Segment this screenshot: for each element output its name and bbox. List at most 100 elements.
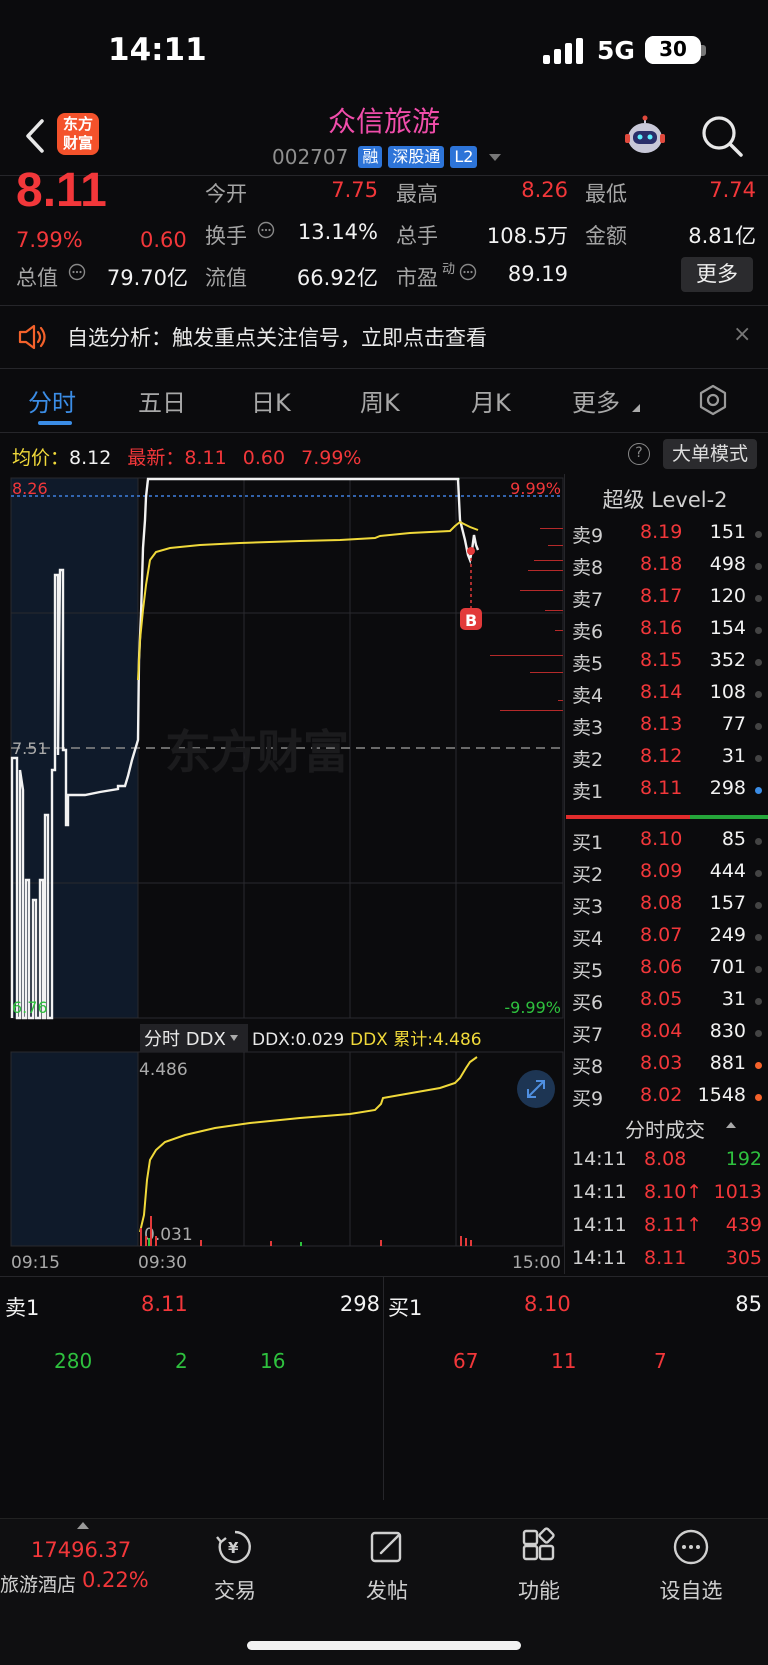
big-order-mode-button[interactable]: 大单模式 bbox=[663, 439, 757, 469]
bid-queue-item: 7 bbox=[654, 1349, 667, 1373]
ask-price: 8.13 bbox=[640, 713, 683, 735]
bid-row[interactable]: 买7 8.04 830 bbox=[572, 1020, 768, 1052]
trade-row: 14:11 8.11↑ 439 bbox=[572, 1214, 762, 1236]
bid-volume: 830 bbox=[709, 1020, 746, 1042]
divider bbox=[0, 305, 768, 306]
time-axis-start: 09:15 bbox=[11, 1253, 60, 1273]
status-time: 14:11 bbox=[108, 32, 207, 68]
tab-daily-k[interactable]: 日K bbox=[251, 383, 291, 418]
ask-row[interactable]: 卖1 8.11 298 bbox=[572, 777, 768, 809]
battery-level: 30 bbox=[659, 37, 687, 61]
chevron-up-icon[interactable] bbox=[726, 1122, 736, 1128]
ask-volume: 151 bbox=[709, 521, 746, 543]
sector-index-percent[interactable]: 0.22% bbox=[82, 1568, 149, 1592]
ask-side: 卖7 bbox=[572, 589, 604, 611]
panel-divider bbox=[564, 474, 565, 1274]
bid-row[interactable]: 买5 8.06 701 bbox=[572, 956, 768, 988]
latest-value: 8.11 bbox=[184, 447, 227, 469]
ask-row[interactable]: 卖5 8.15 352 bbox=[572, 649, 768, 681]
float-cap-value: 66.92亿 bbox=[296, 266, 378, 290]
tab-intraday[interactable]: 分时 bbox=[28, 383, 76, 418]
help-icon[interactable]: ? bbox=[628, 443, 650, 465]
ask-row[interactable]: 卖4 8.14 108 bbox=[572, 681, 768, 713]
ask-price: 8.18 bbox=[640, 553, 683, 575]
float-cap-label: 流值 bbox=[205, 266, 247, 290]
ask-row[interactable]: 卖9 8.19 151 bbox=[572, 521, 768, 553]
depth-bars bbox=[490, 528, 563, 711]
home-indicator[interactable] bbox=[247, 1641, 521, 1650]
pe-dynamic-sup: 动 bbox=[442, 262, 456, 277]
ask-row[interactable]: 卖8 8.18 498 bbox=[572, 553, 768, 585]
stock-code-row[interactable]: 002707 融 深股通 L2 bbox=[272, 144, 502, 170]
nav-function[interactable]: 功能 bbox=[494, 1527, 584, 1605]
tab-five-day[interactable]: 五日 bbox=[138, 383, 186, 418]
more-button[interactable]: 更多 bbox=[681, 257, 753, 292]
bid-volume: 249 bbox=[709, 924, 746, 946]
bid-volume: 85 bbox=[721, 828, 746, 850]
info-dots-icon[interactable] bbox=[257, 221, 275, 239]
sector-index-value[interactable]: 17496.37 bbox=[31, 1538, 131, 1562]
sector-index-name[interactable]: 旅游酒店 bbox=[0, 1570, 76, 1597]
ask-side: 卖3 bbox=[572, 717, 604, 739]
amount-value: 8.81亿 bbox=[688, 224, 756, 248]
ddx-cum-value: DDX 累计:4.486 bbox=[350, 1030, 482, 1050]
ask-volume: 120 bbox=[709, 585, 746, 607]
avg-price-line bbox=[137, 520, 479, 681]
ask-queue-item: 16 bbox=[260, 1349, 286, 1373]
price-axis-mid: 7.51 bbox=[12, 739, 48, 758]
pct-axis-bottom: -9.99% bbox=[504, 998, 561, 1017]
bid-side: 买6 bbox=[572, 992, 604, 1014]
ask-row[interactable]: 卖3 8.13 77 bbox=[572, 713, 768, 745]
divider bbox=[0, 432, 768, 433]
bid-row[interactable]: 买8 8.03 881 bbox=[572, 1052, 768, 1084]
bid-row[interactable]: 买1 8.10 85 bbox=[572, 828, 768, 860]
bid-price: 8.10 bbox=[640, 828, 683, 850]
bid-volume: 881 bbox=[709, 1052, 746, 1074]
ask-side: 卖9 bbox=[572, 525, 604, 547]
notice-text[interactable]: 自选分析：触发重点关注信号，立即点击查看 bbox=[67, 322, 487, 352]
tag-margin: 融 bbox=[358, 146, 383, 168]
search-icon[interactable] bbox=[700, 114, 744, 158]
nav-post-label: 发帖 bbox=[366, 1579, 408, 1603]
orderbook-divider-green bbox=[690, 815, 768, 819]
nav-add-watchlist[interactable]: 设自选 bbox=[646, 1527, 736, 1605]
volume-label: 总手 bbox=[396, 224, 438, 248]
close-icon[interactable]: × bbox=[733, 322, 751, 347]
bid-row[interactable]: 买3 8.08 157 bbox=[572, 892, 768, 924]
nav-add-watchlist-label: 设自选 bbox=[659, 1579, 723, 1603]
bid-side: 买7 bbox=[572, 1024, 604, 1046]
level2-title: 超级 Level-2 bbox=[602, 488, 728, 512]
intraday-chart[interactable]: 东方财富 B 8.26 7.51 6.76 9.99% -9.99% 分时 DD… bbox=[0, 474, 564, 1274]
ddx-cum-line bbox=[139, 1056, 478, 1233]
chevron-up-icon[interactable] bbox=[77, 1522, 89, 1529]
nav-trade[interactable]: ¥ 交易 bbox=[190, 1527, 280, 1605]
robot-assistant-icon[interactable] bbox=[622, 114, 668, 160]
ask-volume: 298 bbox=[709, 777, 746, 799]
bid-volume: 31 bbox=[721, 988, 746, 1010]
bid-row[interactable]: 买2 8.09 444 bbox=[572, 860, 768, 892]
settings-gear-icon[interactable] bbox=[697, 384, 729, 416]
ask-row[interactable]: 卖6 8.16 154 bbox=[572, 617, 768, 649]
turnover-label: 换手 bbox=[205, 224, 247, 248]
bid-row[interactable]: 买9 8.02 1548 bbox=[572, 1084, 768, 1116]
tab-weekly-k[interactable]: 周K bbox=[360, 383, 400, 418]
info-dots-icon[interactable] bbox=[459, 263, 477, 281]
chevron-down-icon[interactable] bbox=[489, 153, 502, 161]
high-value: 8.26 bbox=[521, 178, 568, 202]
latest-label: 最新： bbox=[127, 447, 185, 469]
orderbook-divider-red bbox=[566, 815, 690, 819]
tab-monthly-k[interactable]: 月K bbox=[471, 383, 511, 418]
bid-row[interactable]: 买4 8.07 249 bbox=[572, 924, 768, 956]
trades-title[interactable]: 分时成交 bbox=[566, 1114, 764, 1143]
tag-level2: L2 bbox=[450, 146, 478, 168]
tab-more[interactable]: 更多 bbox=[572, 383, 620, 418]
chart-info-line: 均价：8.12 最新：8.11 0.60 7.99% bbox=[12, 443, 361, 470]
ask-row[interactable]: 卖2 8.12 31 bbox=[572, 745, 768, 777]
ask-row[interactable]: 卖7 8.17 120 bbox=[572, 585, 768, 617]
trade-icon: ¥ bbox=[216, 1530, 251, 1564]
nav-post[interactable]: 发帖 bbox=[342, 1527, 432, 1605]
divider bbox=[0, 1276, 768, 1277]
bid-row[interactable]: 买6 8.05 31 bbox=[572, 988, 768, 1020]
info-dots-icon[interactable] bbox=[68, 263, 86, 281]
change-percent: 7.99% bbox=[16, 228, 83, 252]
